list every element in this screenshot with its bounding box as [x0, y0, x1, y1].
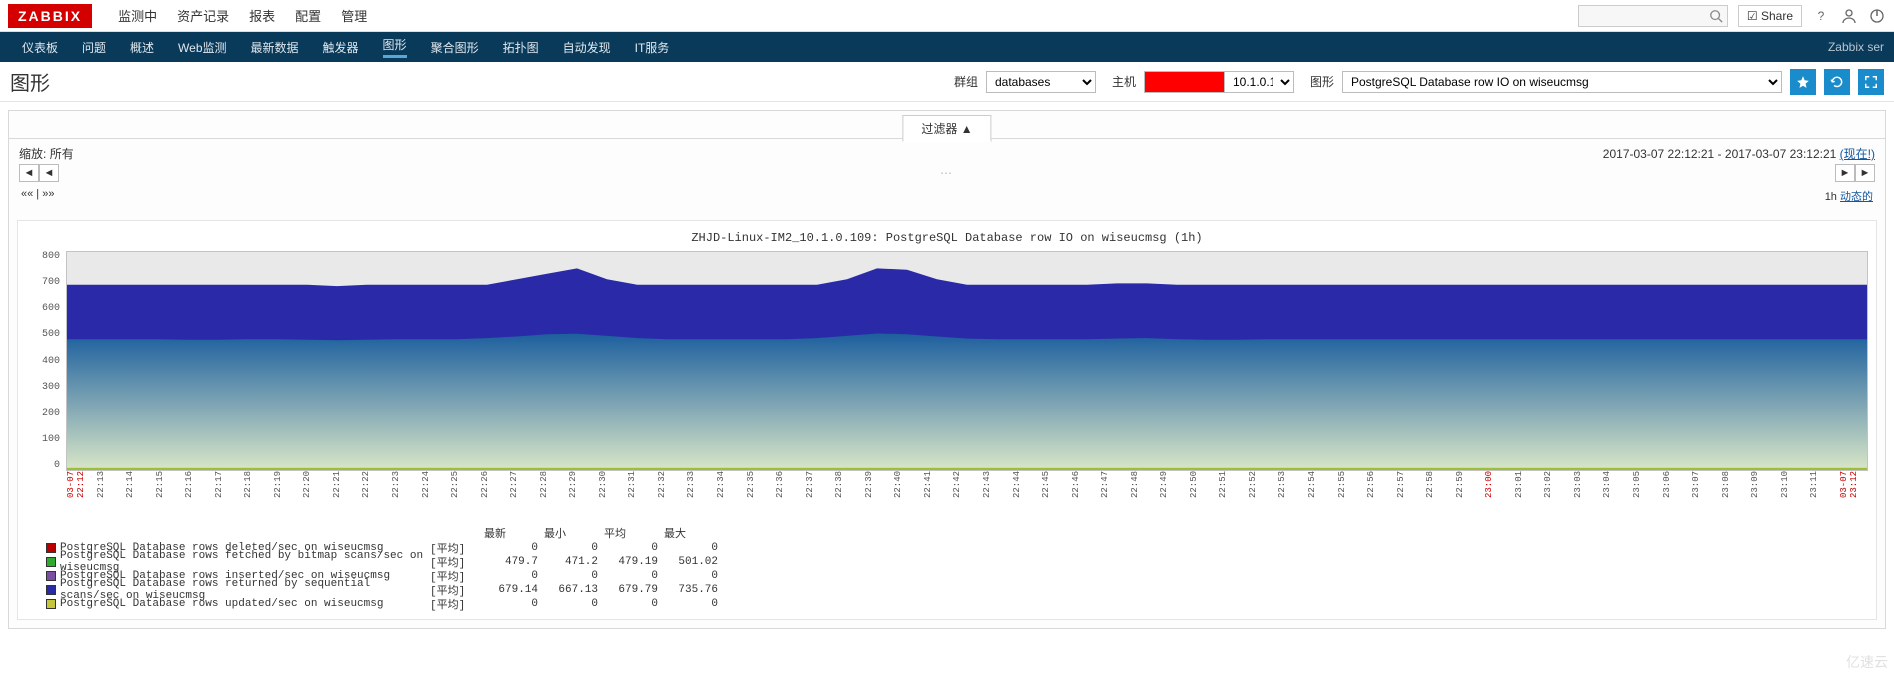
zoom-marks[interactable]: «« | »» — [21, 188, 54, 204]
group-label: 群组 — [954, 73, 978, 90]
filter-toggle[interactable]: 过滤器 ▲ — [902, 115, 991, 142]
subnav-discovery[interactable]: 自动发现 — [563, 39, 611, 56]
nav-next[interactable]: ► — [1835, 164, 1855, 182]
graph-panel: 过滤器 ▲ 缩放: 所有 2017-03-07 22:12:21 - 2017-… — [8, 110, 1886, 629]
host-redacted — [1144, 71, 1224, 93]
topnav-monitor[interactable]: 监测中 — [118, 6, 157, 25]
nav-first[interactable]: ◄ — [19, 164, 39, 182]
legend-row: PostgreSQL Database rows updated/sec on … — [46, 597, 1868, 611]
top-bar: ZABBIX 监测中 资产记录 报表 配置 管理 ☑ Share ? — [0, 0, 1894, 32]
legend-name: PostgreSQL Database rows updated/sec on … — [60, 598, 430, 610]
graph-select[interactable]: PostgreSQL Database row IO on wiseucmsg — [1342, 71, 1782, 93]
watermark: 亿速云 — [1846, 652, 1888, 672]
plot-area[interactable] — [66, 251, 1868, 471]
search-input[interactable] — [1578, 5, 1728, 27]
legend-row: PostgreSQL Database rows fetched by bitm… — [46, 555, 1868, 569]
sub-nav: 仪表板 问题 概述 Web监测 最新数据 触发器 图形 聚合图形 拓扑图 自动发… — [0, 32, 1894, 62]
group-select[interactable]: databases — [986, 71, 1096, 93]
legend-swatch — [46, 543, 56, 553]
legend-swatch — [46, 599, 56, 609]
favorite-button[interactable] — [1790, 69, 1816, 95]
time-range: 2017-03-07 22:12:21 - 2017-03-07 23:12:2… — [1603, 147, 1837, 161]
topnav-config[interactable]: 配置 — [295, 6, 321, 25]
legend: 最新 最小 平均 最大 PostgreSQL Database rows del… — [46, 525, 1868, 611]
legend-swatch — [46, 571, 56, 581]
subnav-maps[interactable]: 拓扑图 — [503, 39, 539, 56]
host-select[interactable]: 10.1.0.109 — [1224, 71, 1294, 93]
search-icon — [1709, 9, 1723, 23]
server-status: Zabbix ser — [1828, 40, 1884, 54]
subnav-dashboard[interactable]: 仪表板 — [22, 39, 58, 56]
fullscreen-button[interactable] — [1858, 69, 1884, 95]
graph-title: ZHJD-Linux-IM2_10.1.0.109: PostgreSQL Da… — [26, 231, 1868, 245]
subnav-it[interactable]: IT服务 — [635, 39, 670, 56]
user-icon[interactable] — [1840, 7, 1858, 25]
subnav-screens[interactable]: 聚合图形 — [431, 39, 479, 56]
zoom-label: 缩放: — [19, 147, 46, 161]
topnav-admin[interactable]: 管理 — [341, 6, 367, 25]
nav-last[interactable]: ► — [1855, 164, 1875, 182]
zoom-all[interactable]: 所有 — [50, 147, 74, 161]
top-nav: 监测中 资产记录 报表 配置 管理 — [108, 6, 377, 25]
refresh-button[interactable] — [1824, 69, 1850, 95]
y-axis: 8007006005004003002001000 — [26, 251, 66, 471]
timeline-scrubber[interactable]: ⋯ — [59, 166, 1835, 180]
refresh-icon — [1830, 75, 1844, 89]
subnav-triggers[interactable]: 触发器 — [323, 39, 359, 56]
topnav-reports[interactable]: 报表 — [249, 6, 275, 25]
nav-prev[interactable]: ◄ — [39, 164, 59, 182]
x-axis: 03-07 22:1222:1322:1422:1522:1622:1722:1… — [66, 471, 1868, 515]
subnav-graphs[interactable]: 图形 — [383, 36, 407, 58]
expand-icon — [1864, 75, 1878, 89]
legend-col-min: 最小 — [506, 525, 566, 541]
star-icon — [1796, 75, 1810, 89]
legend-swatch — [46, 585, 56, 595]
logout-icon[interactable] — [1868, 7, 1886, 25]
brand-logo: ZABBIX — [8, 4, 92, 28]
zoom-1h: 1h — [1825, 191, 1837, 203]
share-button[interactable]: ☑ Share — [1738, 5, 1802, 27]
legend-col-last: 最新 — [446, 525, 506, 541]
help-icon[interactable]: ? — [1812, 7, 1830, 25]
graph-label: 图形 — [1310, 73, 1334, 90]
legend-col-max: 最大 — [626, 525, 686, 541]
topnav-inventory[interactable]: 资产记录 — [177, 6, 229, 25]
subnav-overview[interactable]: 概述 — [130, 39, 154, 56]
subnav-web[interactable]: Web监测 — [178, 39, 226, 56]
subnav-latest[interactable]: 最新数据 — [251, 39, 299, 56]
now-link[interactable]: (现在!) — [1840, 147, 1875, 161]
host-label: 主机 — [1112, 73, 1136, 90]
legend-agg: [平均] — [430, 596, 478, 612]
graph-container: ZHJD-Linux-IM2_10.1.0.109: PostgreSQL Da… — [17, 220, 1877, 620]
subnav-problems[interactable]: 问题 — [82, 39, 106, 56]
zoom-dynamic[interactable]: 动态的 — [1840, 191, 1873, 203]
legend-swatch — [46, 557, 56, 567]
legend-col-avg: 平均 — [566, 525, 626, 541]
legend-row: PostgreSQL Database rows returned by seq… — [46, 583, 1868, 597]
page-title: 图形 — [10, 67, 50, 96]
filter-row: 图形 群组 databases 主机 10.1.0.109 图形 Postgre… — [0, 62, 1894, 102]
